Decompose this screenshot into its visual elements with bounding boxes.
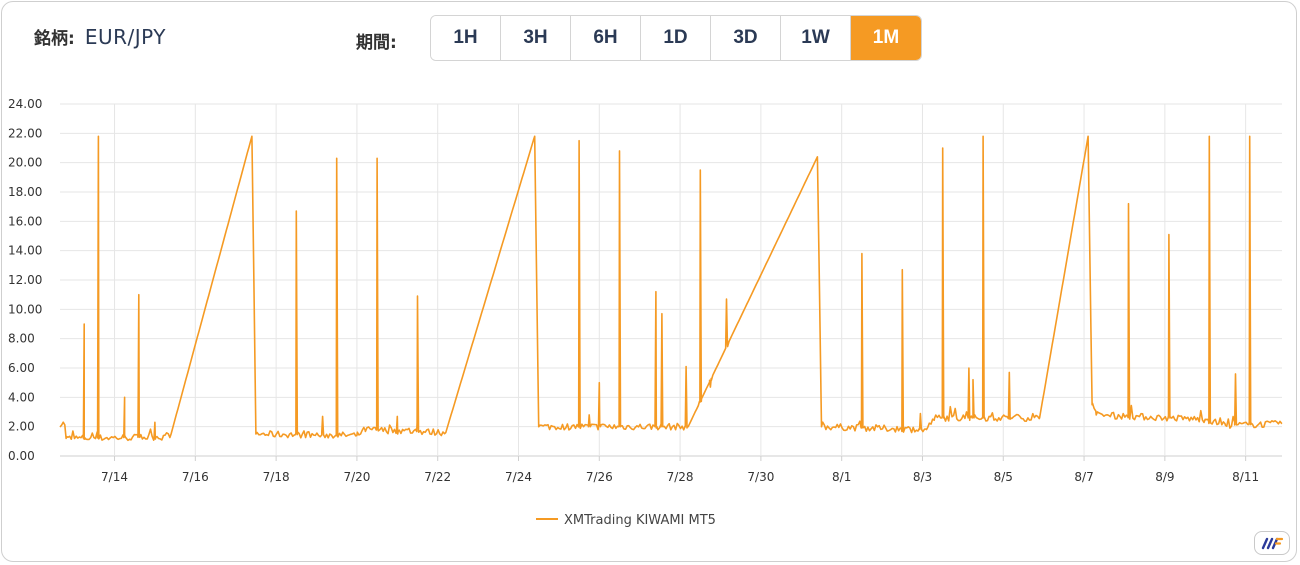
y-tick-label: 10.00: [8, 302, 42, 316]
x-axis: 7/14 7/16 7/18 7/20 7/22 7/24 7/26 7/28 7/30 8/1 8…: [101, 456, 1259, 484]
brand-logo-mark: [1261, 537, 1284, 550]
chart-legend[interactable]: XMTrading KIWAMI MT5: [536, 513, 716, 528]
y-tick-label: 20.00: [8, 156, 42, 170]
y-tick-label: 18.00: [8, 185, 42, 199]
y-tick-label: 8.00: [8, 332, 35, 346]
series-line-xmtrading-kiwami-mt5[interactable]: [59, 135, 1283, 442]
x-tick-label: 7/30: [747, 470, 774, 484]
y-tick-label: 4.00: [8, 390, 35, 404]
y-tick-label: 2.00: [8, 420, 35, 434]
y-tick-label: 22.00: [8, 126, 42, 140]
x-tick-label: 7/28: [667, 470, 694, 484]
y-axis: 0.00 2.00 4.00 6.00 8.00 10.00 12.00 14.00 16.00…: [8, 97, 42, 463]
x-tick-label: 7/24: [505, 470, 532, 484]
y-tick-label: 14.00: [8, 244, 42, 258]
series-layer: [59, 135, 1283, 442]
y-tick-label: 24.00: [8, 97, 42, 111]
x-tick-label: 8/7: [1074, 470, 1093, 484]
x-tick-label: 8/3: [913, 470, 932, 484]
legend-label: XMTrading KIWAMI MT5: [564, 513, 716, 528]
x-tick-label: 7/22: [424, 470, 451, 484]
x-tick-label: 8/11: [1232, 470, 1259, 484]
x-tick-label: 7/14: [101, 470, 128, 484]
y-tick-label: 16.00: [8, 214, 42, 228]
y-tick-label: 12.00: [8, 273, 42, 287]
x-tick-label: 7/18: [263, 470, 290, 484]
x-tick-label: 7/20: [343, 470, 370, 484]
chart-grid: [60, 103, 1282, 457]
x-tick-label: 7/26: [586, 470, 613, 484]
y-tick-label: 0.00: [8, 449, 35, 463]
y-tick-label: 6.00: [8, 361, 35, 375]
x-tick-label: 8/5: [994, 470, 1013, 484]
x-tick-label: 7/16: [182, 470, 209, 484]
x-tick-label: 8/1: [832, 470, 851, 484]
brand-logo-icon[interactable]: [1254, 531, 1290, 555]
spread-chart: 0.00 2.00 4.00 6.00 8.00 10.00 12.00 14.00 16.00…: [8, 97, 1283, 528]
x-tick-label: 8/9: [1155, 470, 1174, 484]
